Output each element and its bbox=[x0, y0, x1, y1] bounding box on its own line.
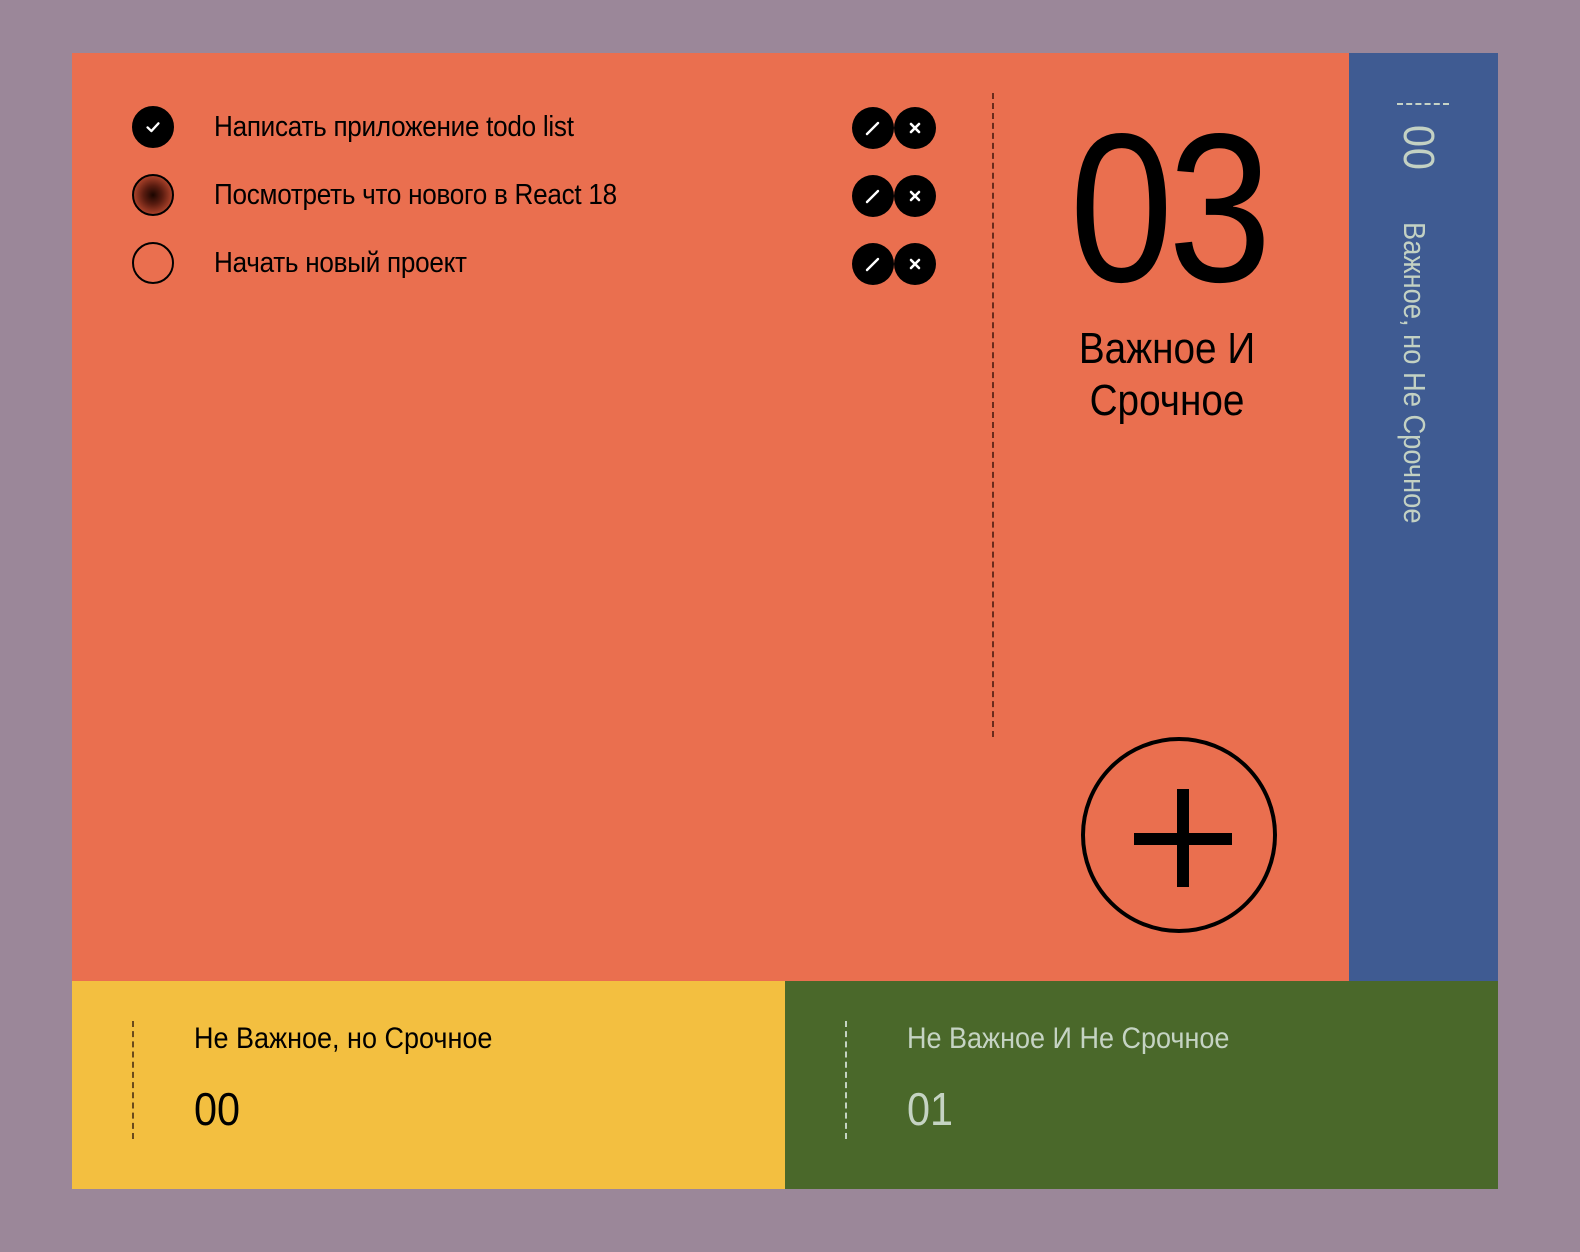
add-task-button[interactable] bbox=[1081, 737, 1277, 933]
quadrant-not-important-urgent[interactable]: Не Важное, но Срочное 00 bbox=[72, 981, 785, 1189]
quadrant-important-not-urgent[interactable]: 00 Важное, но Не Срочное bbox=[1349, 53, 1498, 981]
task-checkbox-empty[interactable] bbox=[132, 242, 174, 284]
quadrant-title: Важное И Срочное bbox=[1078, 324, 1256, 425]
dashed-divider bbox=[845, 1021, 847, 1139]
dashed-divider bbox=[132, 1021, 134, 1139]
plus-icon-vertical bbox=[1177, 789, 1189, 887]
task-count: 00 bbox=[194, 1083, 241, 1135]
quadrant-title: Не Важное И Не Срочное bbox=[907, 1022, 1230, 1055]
side-label: 00 Важное, но Не Срочное bbox=[1389, 125, 1443, 565]
edit-task-button[interactable] bbox=[852, 107, 894, 149]
delete-task-button[interactable] bbox=[894, 107, 936, 149]
quadrant-not-important-not-urgent[interactable]: Не Важное И Не Срочное 01 bbox=[785, 981, 1498, 1189]
quadrant-title: Не Важное, но Срочное bbox=[194, 1022, 493, 1055]
task-checkbox-in-progress[interactable] bbox=[132, 174, 174, 216]
pencil-icon bbox=[865, 121, 880, 136]
delete-task-button[interactable] bbox=[894, 243, 936, 285]
task-actions bbox=[852, 243, 936, 285]
edit-task-button[interactable] bbox=[852, 175, 894, 217]
eisenhower-board: Написать приложение todo list Посмотреть… bbox=[72, 53, 1498, 1189]
dashed-divider bbox=[992, 93, 994, 737]
edit-task-button[interactable] bbox=[852, 243, 894, 285]
task-count: 03 bbox=[1069, 89, 1272, 326]
checkmark-icon bbox=[146, 122, 160, 133]
pencil-icon bbox=[865, 189, 880, 204]
task-item: Посмотреть что нового в React 18 bbox=[132, 161, 952, 229]
task-count: 01 bbox=[907, 1083, 954, 1135]
close-icon bbox=[909, 190, 921, 202]
pencil-icon bbox=[865, 257, 880, 272]
task-text: Начать новый проект bbox=[214, 246, 467, 279]
quadrant-title: Важное, но Не Срочное bbox=[1397, 221, 1432, 524]
close-icon bbox=[909, 122, 921, 134]
close-icon bbox=[909, 258, 921, 270]
dashed-divider bbox=[1397, 103, 1449, 105]
task-actions bbox=[852, 175, 936, 217]
task-count: 00 bbox=[1394, 125, 1443, 171]
task-list: Написать приложение todo list Посмотреть… bbox=[132, 93, 952, 297]
task-checkbox-done[interactable] bbox=[132, 106, 174, 148]
task-item: Начать новый проект bbox=[132, 229, 952, 297]
task-text: Посмотреть что нового в React 18 bbox=[214, 178, 617, 211]
task-actions bbox=[852, 107, 936, 149]
delete-task-button[interactable] bbox=[894, 175, 936, 217]
task-item: Написать приложение todo list bbox=[132, 93, 952, 161]
quadrant-important-urgent: Написать приложение todo list Посмотреть… bbox=[72, 53, 1349, 981]
task-text: Написать приложение todo list bbox=[214, 110, 574, 143]
